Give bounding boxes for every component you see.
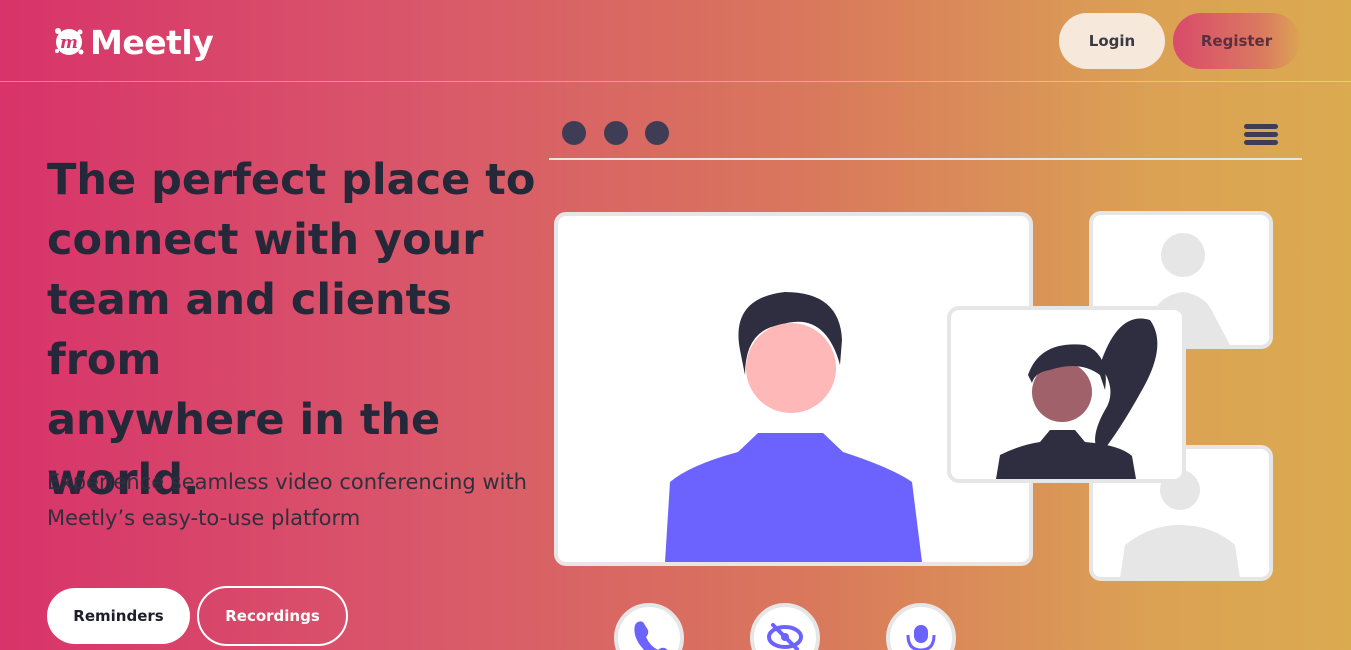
window-dots [562,121,669,145]
hero-subtitle-line: Experience seamless video conferencing w… [47,470,527,494]
toggle-video-button[interactable] [750,603,820,650]
brand-name: Meetly [90,22,214,62]
participant-tile-middle [947,306,1186,483]
window-dot [562,121,586,145]
hero-subtitle-line: Meetly’s easy-to-use platform [47,506,361,530]
svg-text:m: m [60,33,78,53]
top-navbar: m Meetly Login Register [0,0,1351,82]
hamburger-menu-icon[interactable] [1244,124,1278,145]
brand[interactable]: m Meetly [52,20,214,64]
hero-title-line: anywhere in the [47,395,441,445]
window-dot [604,121,628,145]
hero-title: The perfect place to connect with your t… [47,150,567,510]
reminders-button[interactable]: Reminders [47,588,190,644]
hero-title-line: The perfect place to [47,155,536,205]
mute-button[interactable] [886,603,956,650]
video-conference-illustration [549,121,1302,650]
recordings-button[interactable]: Recordings [197,586,348,646]
register-button[interactable]: Register [1173,13,1300,69]
hero-title-line: team and clients from [47,275,452,385]
hero-subtitle: Experience seamless video conferencing w… [47,464,537,536]
window-dot [645,121,669,145]
login-button[interactable]: Login [1059,13,1165,69]
call-button[interactable] [614,603,684,650]
hero-title-line: connect with your [47,215,484,265]
meetly-logo-icon: m [55,28,84,55]
